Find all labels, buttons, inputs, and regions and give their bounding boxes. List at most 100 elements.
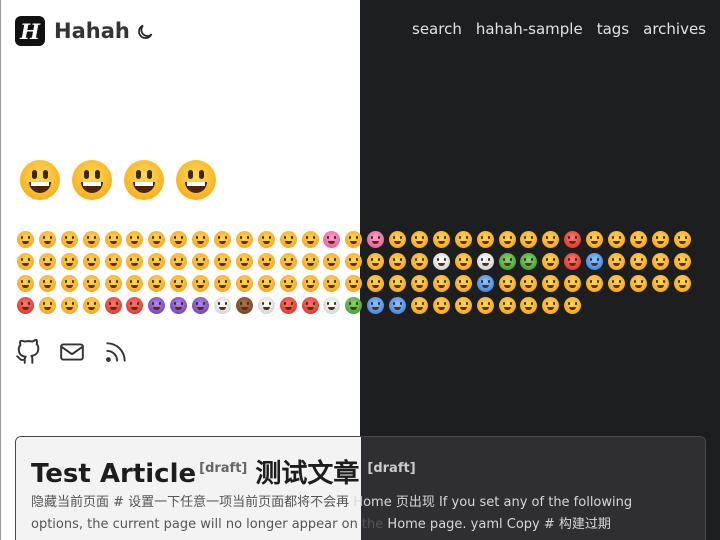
nav-search[interactable]: search (412, 20, 462, 38)
site-logo[interactable]: H (15, 16, 45, 46)
nav-tags[interactable]: tags (597, 20, 629, 38)
emoji-icon (520, 231, 538, 248)
emoji-icon (608, 231, 626, 248)
emoji-icon (564, 231, 582, 248)
emoji-icon (38, 275, 56, 292)
emoji-icon (498, 231, 516, 248)
emoji-icon (520, 253, 538, 270)
post-title-cjk: 测试文章 (255, 459, 360, 489)
emoji-icon (301, 275, 319, 292)
emoji-icon (17, 253, 34, 270)
summary-part-3: options, the current page will no longer… (31, 517, 384, 532)
emoji-icon (651, 253, 669, 270)
emoji-icon (673, 231, 691, 248)
post-title[interactable]: Test Article [draft] 测试文章 [draft] (31, 453, 416, 490)
emoji-icon (60, 231, 78, 248)
emoji-icon (520, 275, 538, 292)
nav-archives[interactable]: archives (643, 20, 706, 38)
post-summary: 隐藏当前页面 # 设置一下任意一项当前页面都将不会再 Home 页出现 If y… (31, 492, 691, 540)
emoji-icon (214, 253, 232, 270)
emoji-icon (520, 297, 538, 314)
emoji-icon (60, 253, 78, 270)
emoji-icon (651, 275, 669, 292)
emoji-icon (279, 275, 297, 292)
emoji-icon (651, 231, 669, 248)
main-nav: search hahah-sample tags archives (412, 20, 706, 38)
grinning-face-big-eyes-icon (72, 160, 112, 200)
emoji-icon (389, 231, 407, 248)
emoji-icon (82, 253, 100, 270)
emoji-icon (104, 253, 122, 270)
emoji-icon (235, 253, 253, 270)
emoji-icon (279, 231, 297, 248)
draft-badge: [draft] (199, 461, 248, 477)
emoji-icon (629, 231, 647, 248)
emoji-icon (586, 253, 604, 270)
emoji-icon (192, 297, 210, 314)
emoji-icon (411, 297, 429, 314)
emoji-icon (60, 297, 78, 314)
emoji-icon (214, 297, 232, 314)
emoji-icon (235, 231, 253, 248)
emoji-icon (82, 297, 100, 314)
emoji-icon (170, 253, 188, 270)
emoji-icon (257, 275, 275, 292)
rss-icon[interactable] (103, 339, 129, 365)
emoji-icon (82, 231, 100, 248)
emoji-icon (542, 231, 560, 248)
emoji-icon (170, 275, 188, 292)
emoji-icon (126, 275, 144, 292)
emoji-icon (389, 275, 407, 292)
emoji-icon (323, 253, 341, 270)
emoji-icon (148, 297, 166, 314)
emoji-icon (586, 275, 604, 292)
emoji-icon (192, 253, 210, 270)
emoji-icon (148, 275, 166, 292)
emoji-icon (608, 275, 626, 292)
emoji-icon (411, 231, 429, 248)
emoji-icon (301, 231, 319, 248)
site-header: H Hahah search hahah-sample tags archive… (0, 0, 720, 62)
emoji-icon (673, 275, 691, 292)
emoji-icon (148, 253, 166, 270)
post-card[interactable]: Test Article [draft] 测试文章 [draft] 隐藏当前页面 # … (15, 436, 706, 540)
github-icon[interactable] (15, 338, 41, 365)
emoji-icon (367, 275, 385, 292)
moon-icon[interactable] (136, 22, 156, 42)
emoji-icon (476, 231, 494, 248)
emoji-icon (192, 231, 210, 248)
emoji-icon (323, 231, 341, 248)
emoji-icon (498, 297, 516, 314)
emoji-icon (104, 231, 122, 248)
emoji-icon (345, 231, 363, 248)
emoji-icon (389, 297, 407, 314)
emoji-icon (38, 231, 56, 248)
emoji-icon (323, 275, 341, 292)
emoji-icon (279, 297, 297, 314)
emoji-icon (564, 297, 582, 314)
emoji-icon (564, 275, 582, 292)
emoji-icon (148, 231, 166, 248)
draft-badge-2: [draft] (367, 461, 416, 477)
nav-hahah-sample[interactable]: hahah-sample (476, 20, 583, 38)
emoji-icon (170, 231, 188, 248)
emoji-icon (170, 297, 188, 314)
social-links (15, 338, 129, 365)
emoji-icon (629, 253, 647, 270)
emoji-icon (257, 297, 275, 314)
mail-icon[interactable] (59, 339, 85, 365)
emoji-icon (454, 275, 472, 292)
emoji-icon (564, 253, 582, 270)
emoji-icon (629, 275, 647, 292)
emoji-icon (367, 253, 385, 270)
emoji-icon (432, 253, 450, 270)
emoji-icon (498, 253, 516, 270)
emoji-icon (301, 297, 319, 314)
emoji-grid (17, 231, 707, 314)
emoji-icon (432, 297, 450, 314)
emoji-icon (17, 297, 34, 314)
emoji-icon (542, 253, 560, 270)
emoji-icon (673, 253, 691, 270)
site-title[interactable]: Hahah (54, 19, 130, 43)
emoji-icon (476, 297, 494, 314)
